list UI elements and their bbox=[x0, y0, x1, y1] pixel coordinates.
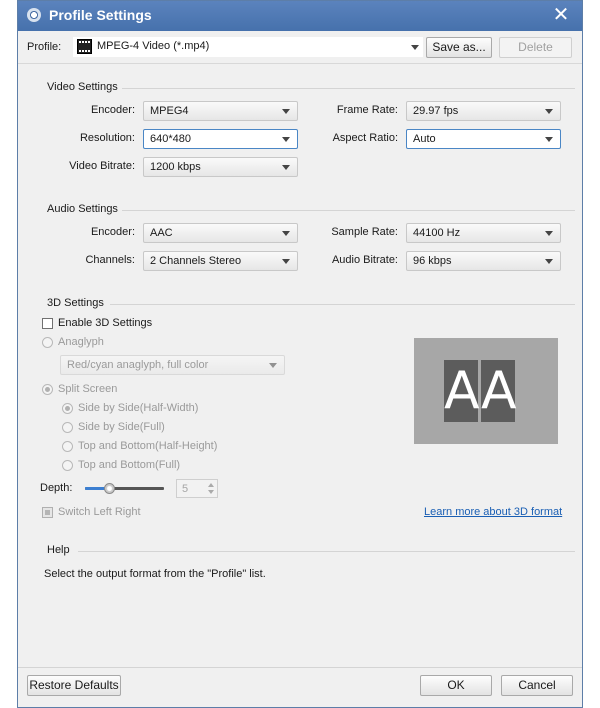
audio-bitrate-select[interactable]: 96 kbps bbox=[406, 251, 561, 271]
chevron-down-icon bbox=[269, 363, 277, 368]
sample-rate-select[interactable]: 44100 Hz bbox=[406, 223, 561, 243]
help-title: Help bbox=[47, 544, 70, 556]
anaglyph-mode-select[interactable]: Red/cyan anaglyph, full color bbox=[60, 355, 285, 375]
switch-left-right-checkbox[interactable] bbox=[42, 507, 53, 518]
sample-rate-value: 44100 Hz bbox=[413, 227, 461, 239]
audio-bitrate-value: 96 kbps bbox=[413, 255, 452, 267]
close-icon: ✕ bbox=[552, 4, 570, 26]
window-title: Profile Settings bbox=[49, 7, 152, 23]
section-divider bbox=[122, 88, 575, 89]
side-by-side-half-label: Side by Side(Half-Width) bbox=[78, 402, 199, 414]
chevron-down-icon bbox=[282, 259, 290, 264]
save-as-button[interactable]: Save as... bbox=[426, 37, 492, 58]
footer-divider bbox=[18, 667, 582, 668]
audio-encoder-select[interactable]: AAC bbox=[143, 223, 298, 243]
chevron-down-icon bbox=[282, 231, 290, 236]
frame-rate-label: Frame Rate: bbox=[336, 104, 398, 116]
section-divider bbox=[78, 551, 575, 552]
profile-settings-window: Profile Settings ✕ Profile: MPEG-4 Video… bbox=[17, 0, 583, 708]
chevron-down-icon bbox=[545, 137, 553, 142]
split-screen-label: Split Screen bbox=[58, 383, 118, 395]
delete-button[interactable]: Delete bbox=[499, 37, 572, 58]
learn-more-3d-link[interactable]: Learn more about 3D format bbox=[424, 506, 562, 518]
split-screen-radio[interactable] bbox=[42, 384, 53, 395]
depth-label: Depth: bbox=[40, 482, 73, 494]
resolution-select[interactable]: 640*480 bbox=[143, 129, 298, 149]
switch-left-right-label: Switch Left Right bbox=[58, 506, 141, 518]
audio-settings-title: Audio Settings bbox=[47, 203, 118, 215]
top-bottom-half-label: Top and Bottom(Half-Height) bbox=[78, 440, 218, 452]
chevron-down-icon bbox=[411, 45, 419, 50]
section-divider bbox=[110, 304, 575, 305]
spin-down-icon[interactable] bbox=[208, 490, 214, 494]
ok-button[interactable]: OK bbox=[420, 675, 492, 696]
cancel-button[interactable]: Cancel bbox=[501, 675, 573, 696]
top-bottom-full-radio[interactable] bbox=[62, 460, 73, 471]
section-divider bbox=[122, 210, 575, 211]
aspect-ratio-select[interactable]: Auto bbox=[406, 129, 561, 149]
preview-letter-right: A bbox=[481, 360, 517, 422]
top-bottom-half-radio[interactable] bbox=[62, 441, 73, 452]
profile-bar: Profile: MPEG-4 Video (*.mp4) Save as...… bbox=[18, 31, 582, 64]
spin-up-icon[interactable] bbox=[208, 483, 214, 487]
side-by-side-half-radio[interactable] bbox=[62, 403, 73, 414]
enable-3d-label: Enable 3D Settings bbox=[58, 317, 153, 329]
chevron-down-icon bbox=[545, 109, 553, 114]
chevron-down-icon bbox=[282, 165, 290, 170]
side-by-side-full-label: Side by Side(Full) bbox=[78, 421, 165, 433]
video-settings-title: Video Settings bbox=[47, 81, 118, 93]
restore-defaults-button[interactable]: Restore Defaults bbox=[27, 675, 121, 696]
resolution-value: 640*480 bbox=[150, 133, 191, 145]
video-bitrate-label: Video Bitrate: bbox=[69, 160, 135, 172]
3d-preview: A A bbox=[414, 338, 558, 444]
audio-encoder-label: Encoder: bbox=[90, 226, 135, 238]
chevron-down-icon bbox=[545, 259, 553, 264]
side-by-side-full-radio[interactable] bbox=[62, 422, 73, 433]
video-file-icon bbox=[77, 39, 92, 54]
depth-spinbox[interactable]: 5 bbox=[176, 479, 218, 498]
chevron-down-icon bbox=[282, 109, 290, 114]
anaglyph-radio[interactable] bbox=[42, 337, 53, 348]
video-encoder-select[interactable]: MPEG4 bbox=[143, 101, 298, 121]
video-bitrate-select[interactable]: 1200 kbps bbox=[143, 157, 298, 177]
help-text: Select the output format from the "Profi… bbox=[44, 568, 266, 580]
frame-rate-select[interactable]: 29.97 fps bbox=[406, 101, 561, 121]
sample-rate-label: Sample Rate: bbox=[331, 226, 398, 238]
channels-value: 2 Channels Stereo bbox=[150, 255, 242, 267]
channels-label: Channels: bbox=[85, 254, 135, 266]
profile-label: Profile: bbox=[27, 41, 62, 53]
frame-rate-value: 29.97 fps bbox=[413, 105, 459, 117]
depth-value: 5 bbox=[182, 483, 189, 495]
chevron-down-icon bbox=[545, 231, 553, 236]
close-button[interactable]: ✕ bbox=[552, 5, 570, 25]
resolution-label: Resolution: bbox=[79, 132, 135, 144]
preview-letter-left: A bbox=[444, 360, 480, 422]
depth-slider-handle[interactable] bbox=[103, 483, 115, 494]
video-encoder-value: MPEG4 bbox=[150, 105, 189, 117]
audio-bitrate-label: Audio Bitrate: bbox=[331, 254, 398, 266]
anaglyph-mode-value: Red/cyan anaglyph, full color bbox=[67, 359, 209, 371]
profile-select[interactable]: MPEG-4 Video (*.mp4) bbox=[73, 37, 423, 57]
aspect-ratio-value: Auto bbox=[413, 133, 436, 145]
aspect-ratio-label: Aspect Ratio: bbox=[332, 132, 398, 144]
video-bitrate-value: 1200 kbps bbox=[150, 161, 201, 173]
anaglyph-label: Anaglyph bbox=[58, 336, 104, 348]
channels-select[interactable]: 2 Channels Stereo bbox=[143, 251, 298, 271]
title-bar: Profile Settings ✕ bbox=[18, 1, 582, 31]
enable-3d-checkbox[interactable] bbox=[42, 318, 53, 329]
profile-select-value: MPEG-4 Video (*.mp4) bbox=[97, 40, 210, 52]
chevron-down-icon bbox=[282, 137, 290, 142]
video-encoder-label: Encoder: bbox=[90, 104, 135, 116]
top-bottom-full-label: Top and Bottom(Full) bbox=[78, 459, 181, 471]
app-icon bbox=[27, 8, 41, 22]
3d-settings-title: 3D Settings bbox=[47, 297, 104, 309]
audio-encoder-value: AAC bbox=[150, 227, 173, 239]
